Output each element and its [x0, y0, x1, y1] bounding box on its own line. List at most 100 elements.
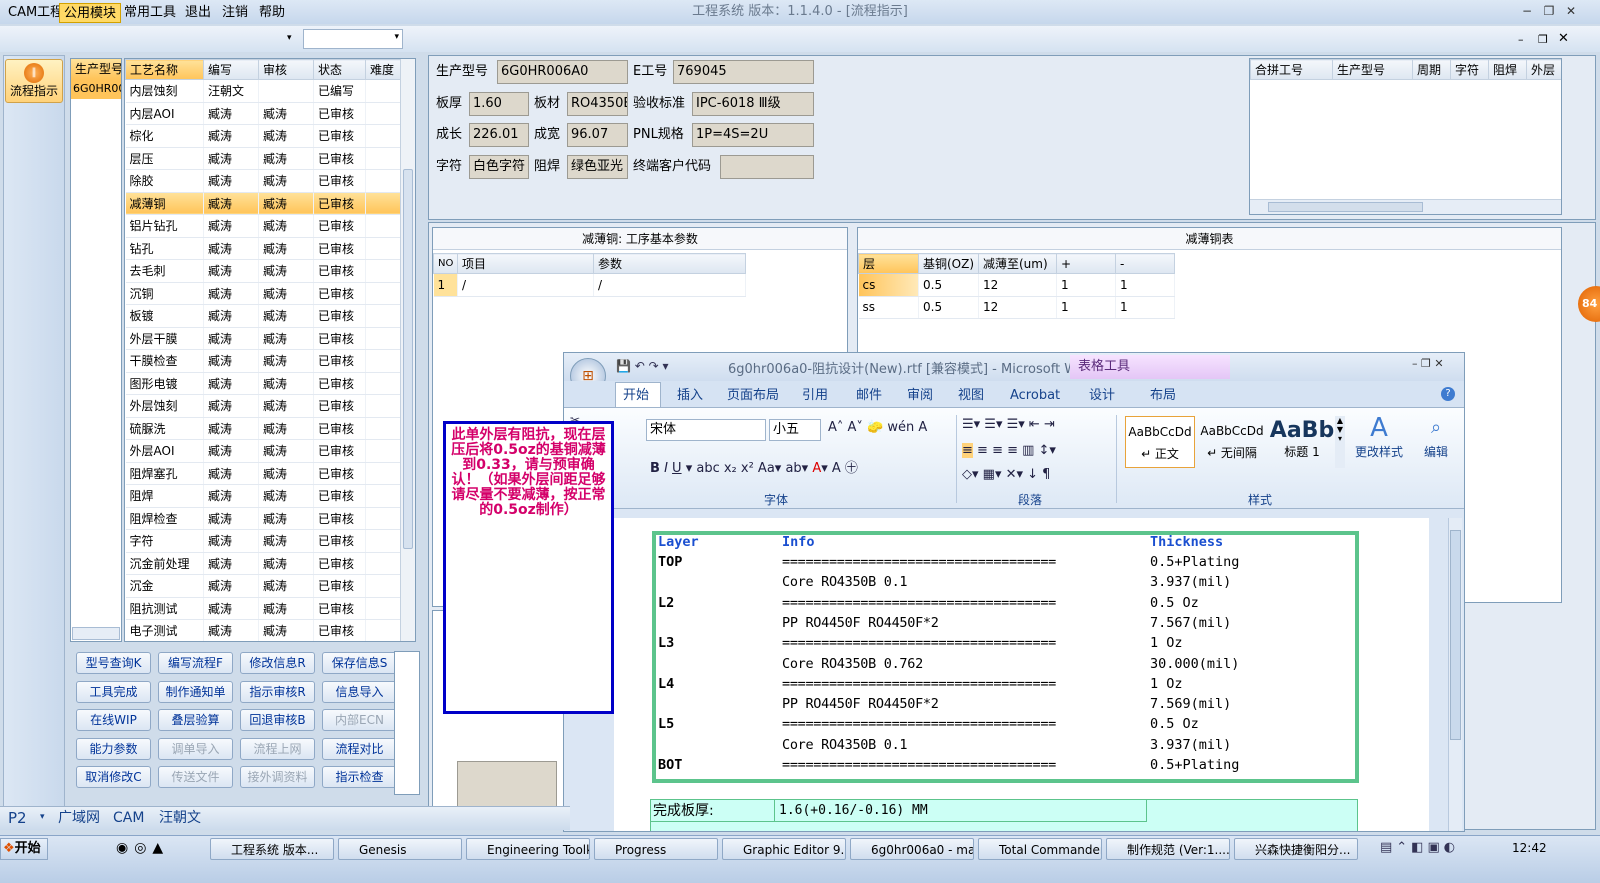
process-difficulty[interactable] — [365, 192, 402, 215]
action-button[interactable]: 工具完成 — [76, 680, 151, 703]
process-difficulty[interactable] — [365, 439, 402, 463]
process-status[interactable]: 已审核 — [313, 237, 366, 260]
process-reviewer[interactable]: 臧涛 — [258, 214, 314, 238]
process-row[interactable]: 阻焊 臧涛 臧涛 已审核 — [125, 484, 402, 508]
process-reviewer[interactable]: 臧涛 — [258, 169, 314, 193]
process-name[interactable]: 阻焊检查 — [125, 507, 204, 530]
stack-info[interactable]: =================================== — [782, 674, 1056, 694]
chevron-down-icon[interactable]: ▾ — [40, 812, 45, 822]
process-name[interactable]: 沉金前处理 — [125, 552, 204, 575]
ribbon-tab[interactable]: 设计 — [1089, 385, 1115, 407]
process-reviewer[interactable]: 臧涛 — [258, 327, 314, 350]
process-status[interactable]: 已审核 — [313, 372, 366, 395]
stack-info[interactable]: Core RO4350B 0.762 — [782, 654, 923, 674]
process-writer[interactable]: 臧涛 — [203, 552, 259, 575]
menu-combo[interactable]: ▾ — [303, 29, 403, 49]
stack-thickness[interactable]: 3.937(mil) — [1150, 735, 1231, 755]
ribbon-tab[interactable]: 开始 — [623, 385, 649, 407]
stack-info[interactable]: PP RO4450F RO4450F*2 — [782, 613, 939, 633]
process-status[interactable]: 已审核 — [313, 192, 366, 215]
taskbar-item[interactable]: Total Commander ... — [978, 838, 1102, 860]
process-reviewer[interactable]: 臧涛 — [258, 462, 314, 485]
process-reviewer[interactable]: 臧涛 — [258, 259, 314, 283]
process-difficulty[interactable] — [365, 259, 402, 283]
scroll-thumb[interactable] — [1268, 202, 1423, 212]
process-difficulty[interactable] — [365, 124, 402, 148]
process-row[interactable]: 沉铜 臧涛 臧涛 已审核 — [125, 282, 402, 305]
scroll-thumb[interactable] — [1450, 530, 1461, 740]
process-reviewer[interactable]: 臧涛 — [258, 574, 314, 598]
menu-exit[interactable]: 退出 — [181, 3, 215, 23]
process-status[interactable]: 已审核 — [313, 529, 366, 553]
field-mask[interactable]: 绿色亚光 — [567, 155, 628, 179]
process-row[interactable]: 板镀 臧涛 臧涛 已审核 — [125, 304, 402, 328]
model-list-hscroll[interactable] — [72, 627, 120, 640]
process-difficulty[interactable] — [365, 304, 402, 328]
style-heading-1[interactable]: AaBb 标题 1 — [1269, 416, 1335, 468]
thin-plus[interactable]: 1 — [1056, 296, 1116, 319]
process-difficulty[interactable] — [365, 574, 402, 598]
process-writer[interactable]: 臧涛 — [203, 372, 259, 395]
action-button[interactable]: 保存信息S — [322, 652, 397, 674]
font-size-buttons[interactable]: A˄ A˅ 🧽 wén A — [828, 420, 927, 435]
col-writer[interactable]: 编写 — [203, 59, 259, 80]
process-row[interactable]: 图形电镀 臧涛 臧涛 已审核 — [125, 372, 402, 395]
action-button[interactable]: 能力参数 — [76, 737, 151, 760]
restore-icon[interactable]: ❐ — [1540, 2, 1558, 20]
col-no[interactable]: NO — [433, 253, 458, 274]
process-status[interactable]: 已审核 — [313, 214, 366, 238]
stack-layer[interactable]: L5 — [658, 714, 674, 734]
col-merge-cycle[interactable]: 周期 — [1412, 59, 1451, 80]
process-row[interactable]: 硫脲洗 臧涛 臧涛 已审核 — [125, 417, 402, 440]
field-material[interactable]: RO4350B — [567, 92, 628, 116]
stack-header-layer[interactable]: Layer — [658, 532, 699, 552]
process-row[interactable]: 外层干膜 臧涛 臧涛 已审核 — [125, 327, 402, 350]
process-vscroll[interactable] — [400, 59, 415, 641]
process-name[interactable]: 电子测试 — [125, 619, 204, 641]
style-no-spacing[interactable]: AaBbCcDd ↵ 无间隔 — [1198, 416, 1266, 468]
process-row[interactable]: 内层蚀刻 汪朝文 已编写 — [125, 79, 402, 103]
process-row[interactable]: 去毛刺 臧涛 臧涛 已审核 — [125, 259, 402, 283]
taskbar-item[interactable]: 6g0hr006a0 - mai... — [850, 838, 974, 860]
stack-info[interactable]: Core RO4350B 0.1 — [782, 572, 908, 592]
col-item[interactable]: 项目 — [457, 253, 594, 274]
paragraph-list-buttons[interactable]: ☰▾ ☰▾ ☰▾ ⇤ ⇥ — [962, 417, 1055, 432]
style-gallery-scroll[interactable]: ▲ ▼ ▾ — [1335, 416, 1345, 468]
stack-info[interactable]: PP RO4450F RO4450F*2 — [782, 694, 939, 714]
process-row[interactable]: 沉金 臧涛 臧涛 已审核 — [125, 574, 402, 598]
process-difficulty[interactable] — [365, 282, 402, 305]
col-layer[interactable]: 层 — [858, 253, 919, 274]
process-writer[interactable]: 臧涛 — [203, 597, 259, 620]
process-difficulty[interactable] — [365, 417, 402, 440]
process-reviewer[interactable]: 臧涛 — [258, 484, 314, 508]
action-button[interactable]: 叠层验算 — [158, 709, 233, 731]
process-name[interactable]: 干膜检查 — [125, 349, 204, 373]
taskbar-item[interactable]: Graphic Editor 9.0... — [722, 838, 846, 860]
action-button[interactable]: 修改信息R — [240, 652, 315, 674]
field-eno[interactable]: 769045 — [673, 60, 814, 84]
paragraph-shading-buttons[interactable]: ◇▾ ▦▾ ✕▾ ↓ ¶ — [962, 467, 1050, 482]
process-status[interactable]: 已审核 — [313, 124, 366, 148]
process-row[interactable]: 内层AOI 臧涛 臧涛 已审核 — [125, 102, 402, 125]
process-name[interactable]: 棕化 — [125, 124, 204, 148]
process-difficulty[interactable] — [365, 169, 402, 193]
quick-access-icons[interactable]: 💾 ↶ ↷ ▾ — [616, 359, 669, 373]
process-status[interactable]: 已审核 — [313, 394, 366, 418]
field-thick[interactable]: 1.60 — [469, 92, 529, 116]
process-writer[interactable]: 臧涛 — [203, 417, 259, 440]
action-button[interactable]: 取消修改C — [76, 766, 151, 788]
process-row[interactable]: 钻孔 臧涛 臧涛 已审核 — [125, 237, 402, 260]
process-name[interactable]: 字符 — [125, 529, 204, 553]
process-row[interactable]: 外层AOI 臧涛 臧涛 已审核 — [125, 439, 402, 463]
help-icon[interactable]: ? — [1441, 387, 1455, 401]
process-difficulty[interactable] — [365, 102, 402, 125]
process-name[interactable]: 去毛刺 — [125, 259, 204, 283]
thin-layer[interactable]: cs — [858, 273, 919, 297]
menu-common-tools[interactable]: 常用工具 — [120, 3, 180, 23]
process-writer[interactable]: 臧涛 — [203, 394, 259, 418]
process-status[interactable]: 已审核 — [313, 574, 366, 598]
process-reviewer[interactable]: 臧涛 — [258, 192, 314, 215]
stack-thickness[interactable]: 1 Oz — [1150, 674, 1183, 694]
process-row[interactable]: 减薄铜 臧涛 臧涛 已审核 — [125, 192, 402, 215]
stack-thickness[interactable]: 0.5+Plating — [1150, 755, 1239, 775]
